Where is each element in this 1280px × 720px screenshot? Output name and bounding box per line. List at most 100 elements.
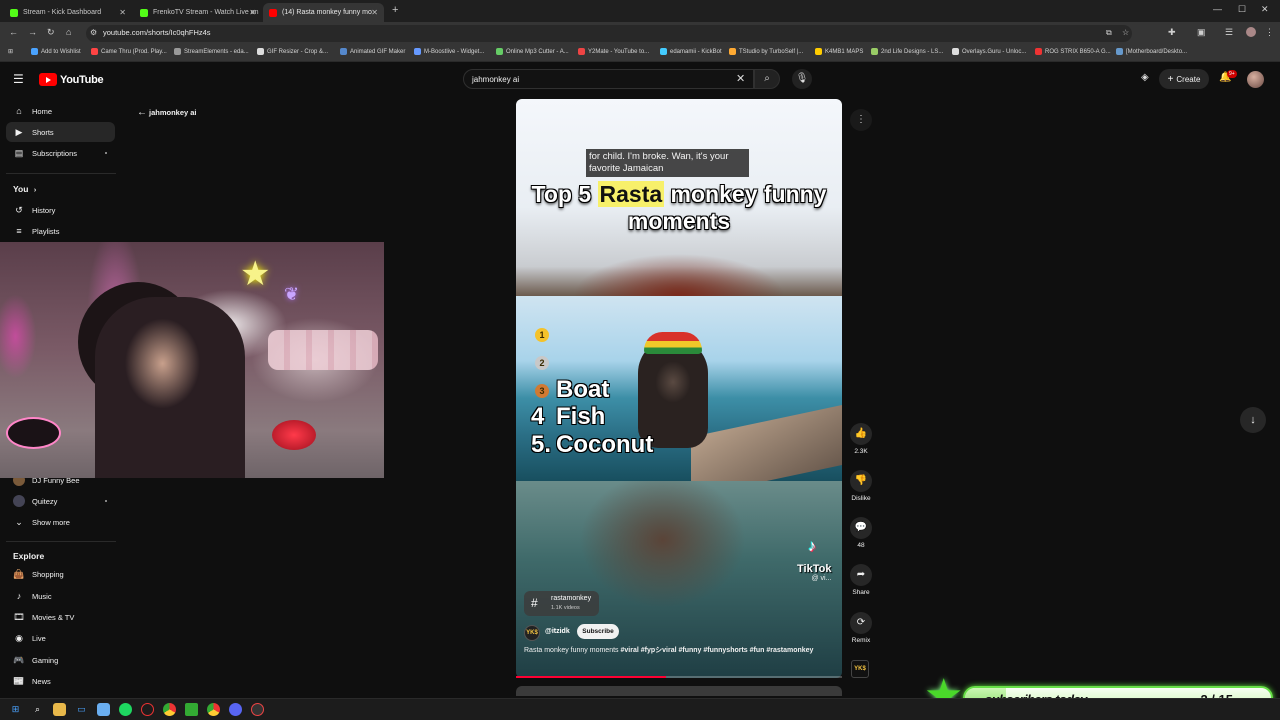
bookmark-item[interactable]: StreamElements - eda...: [174, 48, 249, 55]
media-icon[interactable]: ☰: [1225, 27, 1233, 38]
subscribe-button[interactable]: Subscribe: [577, 624, 619, 639]
sidebar-channel-quitezy[interactable]: Quitezy: [6, 491, 115, 511]
youtube-icon: [269, 8, 277, 17]
back-icon[interactable]: ←: [9, 27, 18, 37]
bookmark-item[interactable]: GIF Resizer - Crop &...: [257, 48, 328, 55]
remix-button[interactable]: ⟳ Remix: [848, 612, 874, 644]
channel-avatar[interactable]: YK$: [524, 625, 540, 641]
sidebar-item-gaming[interactable]: 🎮 Gaming: [6, 650, 115, 670]
bookmark-favicon-icon: [257, 48, 264, 55]
sidebar-item-subscriptions[interactable]: ▤ Subscriptions: [6, 143, 115, 163]
sidebar-item-history[interactable]: ↺ History: [6, 200, 115, 220]
channel-handle[interactable]: @itzidk: [545, 628, 570, 635]
bookmark-item[interactable]: edamamii - KickBot: [660, 48, 722, 55]
obs-icon[interactable]: [251, 703, 264, 716]
account-avatar[interactable]: [1247, 71, 1264, 88]
tiktok-watermark: TikTok @ vi...: [797, 563, 831, 582]
spotify-icon[interactable]: [119, 703, 132, 716]
browser-menu-icon[interactable]: ⋮: [1265, 27, 1274, 38]
news-icon: 📰: [13, 675, 25, 686]
file-explorer-icon[interactable]: [53, 703, 66, 716]
forward-icon[interactable]: →: [28, 27, 37, 37]
create-button[interactable]: + Create: [1159, 69, 1209, 89]
browser-tab-frenkotv[interactable]: FrenkoTV Stream - Watch Live on ✕: [134, 3, 262, 22]
sidepanel-icon[interactable]: ▣: [1197, 27, 1206, 38]
bookmark-label: GIF Resizer - Crop &...: [267, 48, 329, 55]
profile-avatar[interactable]: [1246, 27, 1256, 37]
sidebar-item-live[interactable]: ◉ Live: [6, 628, 115, 648]
bookmark-item[interactable]: Add to Wishlist: [31, 48, 81, 55]
menu-icon[interactable]: ☰: [13, 72, 24, 86]
bookmark-item[interactable]: Animated GIF Maker: [340, 48, 405, 55]
discord-icon[interactable]: [229, 703, 242, 716]
apps-icon[interactable]: ⊞: [8, 48, 13, 55]
cast-icon[interactable]: ◈: [1141, 72, 1149, 83]
bookmark-item[interactable]: Came Thru (Prod. Play...: [91, 48, 167, 55]
next-short-button[interactable]: ↓: [1240, 407, 1266, 433]
rank-4-label: Fish: [556, 403, 606, 430]
photos-icon[interactable]: [97, 703, 110, 716]
bookmark-item[interactable]: Y2Mate - YouTube to...: [578, 48, 649, 55]
back-arrow-icon[interactable]: ←: [137, 107, 147, 118]
music-icon: ♪: [16, 591, 22, 601]
sidebar-item-playlists[interactable]: ≡ Playlists: [6, 221, 115, 241]
close-icon[interactable]: ✕: [249, 8, 256, 17]
browser-tab-youtube[interactable]: (14) Rasta monkey funny mo ✕: [263, 3, 384, 22]
sidebar-show-more[interactable]: ⌄ Show more: [6, 512, 115, 532]
bookmark-label: StreamElements - eda...: [184, 48, 249, 55]
search-input[interactable]: jahmonkey ai ✕: [463, 69, 754, 89]
hashtag-chip[interactable]: # rastamonkey 1.1K videos: [524, 591, 599, 616]
sidebar-item-movies[interactable]: 🎞 Movies & TV: [6, 607, 115, 627]
url-bar[interactable]: ⚙ youtube.com/shorts/Ic0qhFHz4s ⧉ ☆: [86, 25, 1132, 42]
sidebar-item-home[interactable]: ⌂ Home: [6, 101, 115, 121]
voice-search-button[interactable]: 🎙: [792, 69, 812, 89]
bookmark-item[interactable]: [Motherboard/Deskto...: [1116, 48, 1187, 55]
comments-button[interactable]: 💬 48: [848, 517, 874, 549]
reload-icon[interactable]: ↻: [47, 27, 55, 38]
close-window-icon[interactable]: ✕: [1261, 4, 1269, 15]
sidebar-item-label: History: [32, 205, 56, 215]
you-header[interactable]: You ›: [13, 184, 36, 194]
new-tab-button[interactable]: +: [392, 4, 398, 16]
bookmark-item[interactable]: Overlays.Guru - Unloc...: [952, 48, 1026, 55]
close-icon[interactable]: ✕: [119, 8, 126, 17]
close-icon[interactable]: ✕: [371, 8, 378, 17]
bookmark-item[interactable]: K4MB1 MAPS: [815, 48, 863, 55]
search-button[interactable]: ⌕: [754, 69, 780, 89]
home-icon[interactable]: ⌂: [66, 27, 71, 37]
sidebar-item-shorts[interactable]: ▶ Shorts: [6, 122, 115, 142]
clear-search-icon[interactable]: ✕: [736, 72, 745, 85]
maximize-icon[interactable]: ☐: [1238, 4, 1246, 15]
like-button[interactable]: 👍 2.3K: [848, 423, 874, 455]
bookmark-item[interactable]: ROG STRIX B650-A G...: [1035, 48, 1111, 55]
sidebar-item-shopping[interactable]: 👜 Shopping: [6, 564, 115, 584]
sound-avatar[interactable]: YK$: [851, 660, 869, 678]
more-options-icon[interactable]: ⋮: [850, 109, 872, 131]
site-info-icon[interactable]: ⚙: [90, 28, 97, 37]
description-hashtags[interactable]: #viral #fypシviral #funny #funnyshorts #f…: [621, 647, 814, 654]
sidebar-item-music[interactable]: ♪ Music: [6, 586, 115, 606]
chrome-profile-icon[interactable]: [207, 703, 220, 716]
chrome-icon[interactable]: [163, 703, 176, 716]
extensions-icon[interactable]: ✚: [1168, 27, 1176, 38]
windows-start-icon[interactable]: ⊞: [9, 703, 22, 716]
bookmark-star-icon[interactable]: ☆: [1122, 28, 1129, 37]
opera-icon[interactable]: [141, 703, 154, 716]
video-progress-bar[interactable]: [516, 676, 842, 678]
youtube-logo[interactable]: YouTube: [39, 73, 104, 86]
sidebar-item-news[interactable]: 📰 News: [6, 671, 115, 691]
app-icon[interactable]: [185, 703, 198, 716]
minimize-icon[interactable]: —: [1213, 4, 1222, 14]
search-icon[interactable]: ⌕: [31, 703, 44, 716]
browser-tab-kick-dashboard[interactable]: Stream - Kick Dashboard ✕: [4, 3, 132, 22]
bookmark-item[interactable]: M-Boostlive - Widget...: [414, 48, 484, 55]
bookmark-item[interactable]: TStudio by TurboSelf |...: [729, 48, 803, 55]
bookmark-item[interactable]: Online Mp3 Cutter - A...: [496, 48, 569, 55]
hashtag-page-title[interactable]: jahmonkey ai: [149, 108, 197, 117]
widgets-icon[interactable]: ▭: [75, 703, 88, 716]
install-icon[interactable]: ⧉: [1106, 28, 1112, 38]
dislike-button[interactable]: 👎 Dislike: [848, 470, 874, 502]
next-short-preview[interactable]: [516, 686, 842, 696]
bookmark-item[interactable]: 2nd Life Designs - LS...: [871, 48, 943, 55]
share-button[interactable]: ➦ Share: [848, 564, 874, 596]
